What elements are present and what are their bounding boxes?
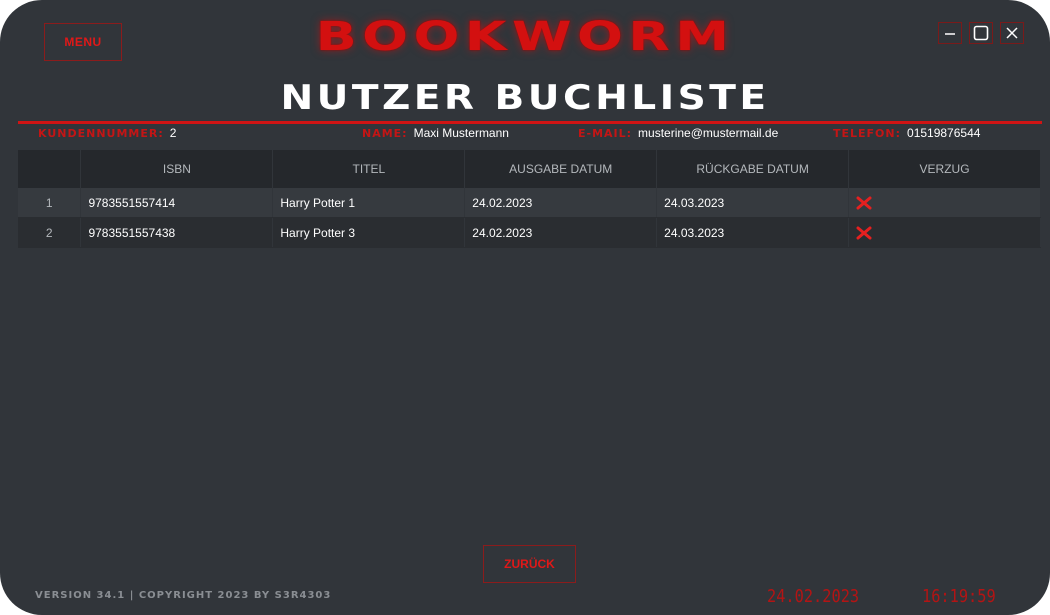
minimize-button[interactable] [938,22,962,44]
row-index: 2 [18,217,82,248]
customer-name: NAME: Maxi Mustermann [362,126,509,140]
back-button[interactable]: ZURÜCK [483,545,576,583]
app-logo-title: BOOKWORM [315,14,735,60]
close-button[interactable] [1000,22,1024,44]
version-copyright: VERSION 34.1 | COPYRIGHT 2023 BY S3R4303 [35,590,332,601]
maximize-icon [973,25,989,41]
customer-name-label: NAME: [362,127,408,140]
clock-time: 16:19:59 [922,586,996,607]
column-header-overdue[interactable]: VERZUG [848,150,1041,188]
page-title: NUTZER BUCHLISTE [280,78,770,118]
isbn-cell[interactable]: 9783551557438 [80,217,274,248]
row-index: 1 [18,188,82,218]
return-date-cell[interactable]: 24.03.2023 [656,188,850,218]
customer-name-value: Maxi Mustermann [413,126,509,140]
customer-number-label: KUNDENNUMMER: [38,127,164,140]
x-mark-icon [856,226,872,240]
issue-date-cell[interactable]: 24.02.2023 [464,217,658,248]
column-header-index[interactable] [18,150,82,188]
table-row[interactable]: 1 9783551557414 Harry Potter 1 24.02.202… [18,188,1041,218]
isbn-cell[interactable]: 9783551557414 [80,188,274,218]
return-date-cell[interactable]: 24.03.2023 [656,217,850,248]
title-divider [18,121,1042,124]
clock-date: 24.02.2023 [767,586,860,607]
customer-email: E-MAIL: musterine@mustermail.de [578,126,778,140]
app-window: MENU BOOKWORM NUTZER BUCHLISTE KUNDENNUM… [0,0,1050,615]
table-row[interactable]: 2 9783551557438 Harry Potter 3 24.02.202… [18,217,1041,248]
title-cell[interactable]: Harry Potter 1 [272,188,466,218]
x-mark-icon [856,196,872,210]
minimize-icon [945,33,955,35]
title-cell[interactable]: Harry Potter 3 [272,217,466,248]
column-header-title[interactable]: TITEL [272,150,466,188]
maximize-button[interactable] [969,22,993,44]
customer-number: KUNDENNUMMER: 2 [38,126,176,140]
overdue-cell[interactable] [848,188,1041,218]
customer-email-value: musterine@mustermail.de [638,126,779,140]
customer-phone: TELEFON: 01519876544 [833,126,980,140]
issue-date-cell[interactable]: 24.02.2023 [464,188,658,218]
customer-phone-label: TELEFON: [833,127,902,140]
table-header-row: ISBN TITEL AUSGABE DATUM RÜCKGABE DATUM … [18,150,1041,188]
customer-phone-value: 01519876544 [907,126,981,140]
overdue-cell[interactable] [848,217,1041,248]
column-header-isbn[interactable]: ISBN [80,150,274,188]
close-icon [1006,27,1018,39]
book-list-table: ISBN TITEL AUSGABE DATUM RÜCKGABE DATUM … [18,150,1041,248]
column-header-issue-date[interactable]: AUSGABE DATUM [464,150,658,188]
customer-email-label: E-MAIL: [578,127,633,140]
customer-number-value: 2 [169,126,177,140]
column-header-return-date[interactable]: RÜCKGABE DATUM [656,150,850,188]
